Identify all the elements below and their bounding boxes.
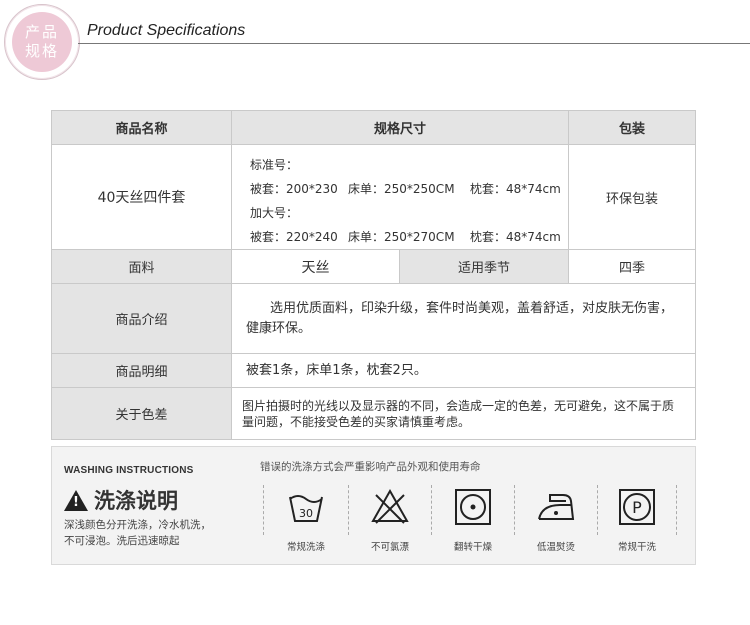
intro-value: 选用优质面料，印染升级，套件时尚美观，盖着舒适，对皮肤无伤害，健康环保。: [230, 283, 697, 354]
wash-icon-item: 30 常规洗涤: [271, 487, 341, 553]
table-row: 40天丝四件套 标准号： 被套：200*230 床单：250*250CM 枕套：…: [51, 144, 697, 250]
section-badge: 产品 规格: [4, 4, 80, 80]
intro-label: 商品介绍: [51, 283, 232, 354]
badge-circle: 产品 规格: [12, 12, 72, 72]
dry-label: 翻转干燥: [453, 542, 492, 553]
washing-heading-en: WASHING INSTRUCTIONS: [64, 465, 194, 476]
intro-text: 选用优质面料，印染升级，套件时尚美观，盖着舒适，对皮肤无伤害，健康环保。: [246, 300, 674, 336]
low-iron-icon: [536, 487, 576, 527]
washing-warning-note: 错误的洗涤方式会严重影响产品外观和使用寿命: [260, 461, 481, 473]
large-size-label: 加大号：: [250, 206, 299, 220]
warning-icon: [64, 489, 88, 511]
product-name: 40天丝四件套: [51, 144, 232, 250]
divider: [431, 485, 432, 535]
washing-instructions-panel: WASHING INSTRUCTIONS 洗涤说明 深浅颜色分开洗涤，冷水机洗，…: [51, 446, 696, 565]
color-label: 关于色差: [51, 387, 232, 440]
divider: [348, 485, 349, 535]
dry-clean-p-icon: P: [617, 487, 657, 527]
fabric-value: 天丝: [231, 249, 400, 284]
table-header-row: 商品名称 规格尺寸 包装: [51, 110, 697, 145]
header-product-name: 商品名称: [51, 110, 232, 145]
wash-30-icon: 30: [286, 487, 326, 527]
washing-desc-line-2: 不可浸泡。洗后迅速晾起: [64, 535, 180, 547]
packaging-value: 环保包装: [568, 144, 697, 250]
bleach-label: 不可氯漂: [370, 542, 409, 553]
dryclean-icon-item: P 常规干洗: [602, 487, 672, 553]
washing-description: 深浅颜色分开洗涤，冷水机洗， 不可浸泡。洗后迅速晾起: [64, 517, 254, 549]
season-label: 适用季节: [398, 249, 570, 284]
divider: [263, 485, 264, 535]
dryclean-label: 常规干洗: [617, 542, 656, 553]
washing-heading-cn: 洗涤说明: [64, 485, 178, 515]
standard-sheet: 床单：250*250CM: [348, 182, 455, 196]
detail-value: 被套1条，床单1条，枕套2只。: [230, 353, 697, 388]
table-row: 商品明细 被套1条，床单1条，枕套2只。: [51, 353, 697, 388]
table-row: 商品介绍 选用优质面料，印染升级，套件时尚美观，盖着舒适，对皮肤无伤害，健康环保…: [51, 283, 697, 354]
large-sheet: 床单：250*270CM: [348, 230, 455, 244]
wash-temp-text: 30: [299, 507, 313, 520]
standard-size-label: 标准号：: [250, 158, 299, 172]
divider: [514, 485, 515, 535]
divider: [676, 485, 677, 535]
large-size-row: 被套：220*240 床单：250*270CM 枕套：48*74cm: [250, 225, 568, 249]
badge-line-1: 产品: [24, 23, 59, 41]
standard-pillow: 枕套：48*74cm: [470, 182, 561, 196]
spec-table: 商品名称 规格尺寸 包装 40天丝四件套 标准号： 被套：200*230 床单：…: [51, 110, 697, 440]
dry-icon-item: 翻转干燥: [438, 487, 508, 553]
header-packaging: 包装: [568, 110, 697, 145]
size-details: 标准号： 被套：200*230 床单：250*250CM 枕套：48*74cm …: [230, 144, 570, 250]
detail-label: 商品明细: [51, 353, 232, 388]
badge-line-2: 规格: [24, 42, 59, 60]
tumble-dry-icon: [453, 487, 493, 527]
table-row: 关于色差 图片拍摄时的光线以及显示器的不同，会造成一定的色差，无可避免，这不属于…: [51, 387, 697, 440]
no-bleach-icon: [370, 487, 410, 527]
divider: [597, 485, 598, 535]
wash-label: 常规洗涤: [286, 542, 325, 553]
large-pillow: 枕套：48*74cm: [470, 230, 561, 244]
standard-duvet: 被套：200*230: [250, 182, 338, 196]
header-divider: [78, 43, 750, 44]
header-size: 规格尺寸: [230, 110, 570, 145]
table-row: 面料 天丝 适用季节 四季: [51, 249, 697, 284]
bleach-icon-item: 不可氯漂: [355, 487, 425, 553]
iron-icon-item: 低温熨烫: [521, 487, 591, 553]
season-value: 四季: [568, 249, 697, 284]
color-value: 图片拍摄时的光线以及显示器的不同，会造成一定的色差，无可避免，这不属于质量问题，…: [230, 387, 697, 440]
fabric-label: 面料: [51, 249, 232, 284]
large-duvet: 被套：220*240: [250, 230, 338, 244]
page-title: Product Specifications: [87, 22, 246, 39]
washing-title-text: 洗涤说明: [94, 489, 178, 513]
dryclean-mark-text: P: [632, 498, 642, 517]
standard-size-row: 被套：200*230 床单：250*250CM 枕套：48*74cm: [250, 177, 568, 201]
iron-label: 低温熨烫: [536, 542, 575, 553]
washing-desc-line-1: 深浅颜色分开洗涤，冷水机洗，: [64, 519, 211, 531]
